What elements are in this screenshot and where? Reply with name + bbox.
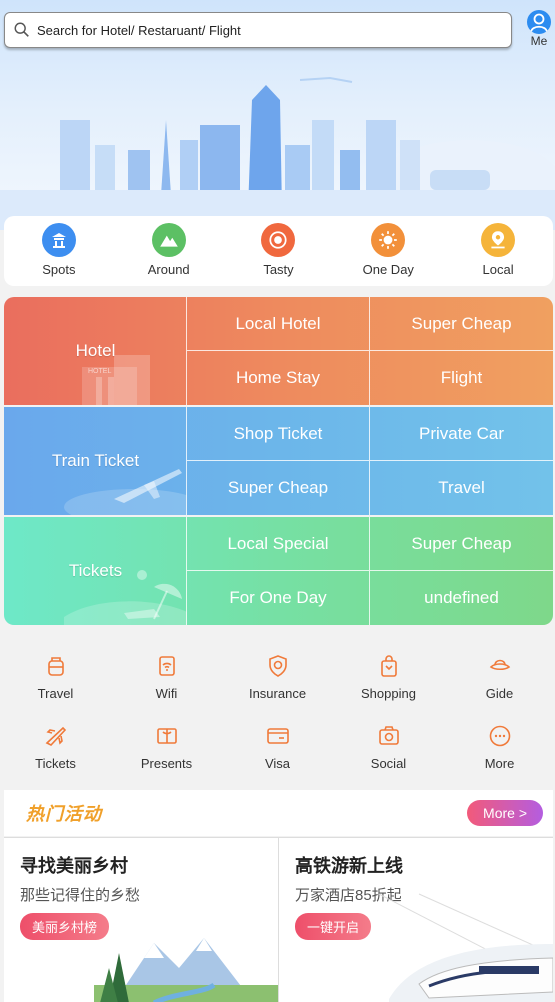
quick-category-bar: Spots Around Tasty One Day Local bbox=[4, 216, 553, 286]
search-placeholder: Search for Hotel/ Restaruant/ Flight bbox=[37, 22, 241, 38]
activities-title: 热门活动 bbox=[26, 804, 102, 824]
tickets-tile[interactable]: Tickets bbox=[4, 517, 187, 625]
panel-cell-local-hotel[interactable]: Local Hotel bbox=[187, 297, 370, 351]
service-travel[interactable]: Travel bbox=[0, 645, 111, 715]
profile-button[interactable]: Me bbox=[525, 10, 553, 48]
card-icon bbox=[266, 728, 289, 744]
panel-cell-undefined[interactable]: undefined bbox=[370, 571, 553, 625]
gift-icon bbox=[156, 728, 177, 744]
quick-label: Tasty bbox=[263, 262, 294, 277]
service-label: Wifi bbox=[155, 686, 178, 701]
service-presents[interactable]: Presents bbox=[111, 715, 222, 785]
mountain-landscape-illustration bbox=[94, 938, 278, 1002]
service-label: Gide bbox=[485, 686, 514, 701]
panel-cell-flight[interactable]: Flight bbox=[370, 351, 553, 405]
service-insurance[interactable]: Insurance bbox=[222, 645, 333, 715]
header-banner: Search for Hotel/ Restaruant/ Flight Me bbox=[0, 0, 555, 230]
shield-icon bbox=[268, 655, 287, 677]
service-social[interactable]: Social bbox=[333, 715, 444, 785]
search-icon bbox=[14, 22, 29, 37]
panel-cell-local-special[interactable]: Local Special bbox=[187, 517, 370, 571]
camera-icon bbox=[378, 726, 399, 745]
panel-title: Train Ticket bbox=[51, 451, 140, 470]
plane-icon bbox=[45, 726, 66, 746]
food-icon bbox=[261, 223, 296, 257]
activity-cards: 寻找美丽乡村 那些记得住的乡愁 美丽乡村榜 高铁游新上线 万家酒店85折起 一键… bbox=[4, 837, 553, 1002]
service-label: Tickets bbox=[35, 756, 76, 771]
panel-cell-for-one-day[interactable]: For One Day bbox=[187, 571, 370, 625]
quick-label: Local bbox=[482, 262, 514, 277]
panel-title: Tickets bbox=[68, 561, 123, 580]
service-tickets[interactable]: Tickets bbox=[0, 715, 111, 785]
service-label: Presents bbox=[140, 756, 193, 771]
service-wifi[interactable]: Wifi bbox=[111, 645, 222, 715]
tickets-panel: Tickets Local Special Super Cheap For On… bbox=[4, 517, 553, 625]
quick-item-around[interactable]: Around bbox=[114, 216, 224, 286]
service-gide[interactable]: Gide bbox=[444, 645, 555, 715]
mountain-icon bbox=[151, 223, 186, 257]
backpack-icon bbox=[47, 657, 64, 676]
train-ticket-panel: Train Ticket Shop Ticket Private Car Sup… bbox=[4, 407, 553, 515]
sun-icon bbox=[371, 223, 406, 257]
more-icon bbox=[489, 725, 510, 747]
quick-label: One Day bbox=[362, 262, 414, 277]
panel-cell-travel[interactable]: Travel bbox=[370, 461, 553, 515]
quick-item-spots[interactable]: Spots bbox=[4, 216, 114, 286]
quick-label: Around bbox=[147, 262, 190, 277]
service-label: Insurance bbox=[248, 686, 307, 701]
guide-hat-icon bbox=[489, 659, 510, 671]
svg-text:HOTEL: HOTEL bbox=[88, 368, 111, 375]
panel-title: Hotel bbox=[75, 341, 116, 360]
service-more[interactable]: More bbox=[444, 715, 555, 785]
bullet-train-illustration bbox=[378, 893, 553, 1002]
panel-cell-super-cheap[interactable]: Super Cheap bbox=[370, 297, 553, 351]
profile-label: Me bbox=[530, 34, 548, 48]
temple-icon bbox=[41, 223, 76, 257]
activity-card-village[interactable]: 寻找美丽乡村 那些记得住的乡愁 美丽乡村榜 bbox=[4, 838, 278, 1002]
activity-card-train[interactable]: 高铁游新上线 万家酒店85折起 一键开启 bbox=[278, 838, 553, 1002]
service-label: Travel bbox=[37, 686, 74, 701]
quick-label: Spots bbox=[42, 262, 76, 277]
services-grid: Travel Wifi Insurance Shopping Gide Tick… bbox=[0, 645, 555, 785]
panel-cell-home-stay[interactable]: Home Stay bbox=[187, 351, 370, 405]
panel-cell-super-cheap[interactable]: Super Cheap bbox=[370, 517, 553, 571]
location-icon bbox=[481, 223, 516, 257]
hotel-tile[interactable]: HOTEL Hotel bbox=[4, 297, 187, 405]
user-icon bbox=[527, 10, 551, 34]
search-bar[interactable]: Search for Hotel/ Restaruant/ Flight bbox=[4, 12, 512, 48]
panel-cell-shop-ticket[interactable]: Shop Ticket bbox=[187, 407, 370, 461]
service-label: Shopping bbox=[361, 686, 416, 701]
card-subtitle: 那些记得住的乡愁 bbox=[20, 887, 141, 904]
wifi-icon bbox=[158, 656, 175, 676]
service-label: Social bbox=[370, 756, 407, 771]
service-visa[interactable]: Visa bbox=[222, 715, 333, 785]
panel-cell-private-car[interactable]: Private Car bbox=[370, 407, 553, 461]
activities-more-button[interactable]: More > bbox=[467, 800, 543, 826]
quick-item-tasty[interactable]: Tasty bbox=[224, 216, 334, 286]
card-title: 寻找美丽乡村 bbox=[20, 856, 128, 876]
service-shopping[interactable]: Shopping bbox=[333, 645, 444, 715]
shopping-bag-icon bbox=[380, 655, 397, 677]
quick-item-local[interactable]: Local bbox=[443, 216, 553, 286]
city-skyline-illustration bbox=[0, 76, 555, 230]
quick-item-one-day[interactable]: One Day bbox=[333, 216, 443, 286]
service-label: More bbox=[484, 756, 515, 771]
activities-header: 热门活动 More > bbox=[4, 790, 553, 836]
hotel-panel: HOTEL Hotel Local Hotel Super Cheap Home… bbox=[4, 297, 553, 405]
service-label: Visa bbox=[264, 756, 291, 771]
panel-cell-super-cheap[interactable]: Super Cheap bbox=[187, 461, 370, 515]
train-ticket-tile[interactable]: Train Ticket bbox=[4, 407, 187, 515]
